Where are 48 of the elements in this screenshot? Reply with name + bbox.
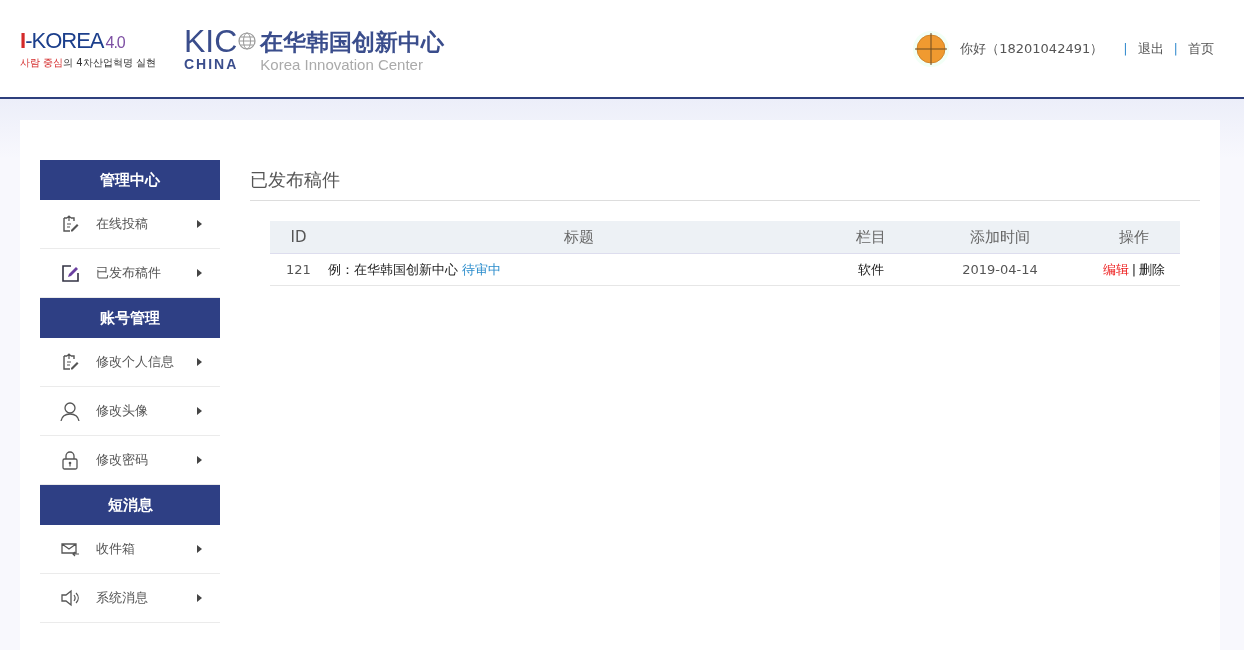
separator-text: | (1131, 261, 1137, 277)
caret-right-icon (197, 407, 202, 415)
logo-tagline: 사람 중심의 4차산업혁명 실현 (20, 55, 157, 70)
logo-wordmark: I-KOREA4.0 (20, 27, 126, 54)
status-text: 待审中 (462, 261, 502, 277)
caret-right-icon (197, 456, 202, 464)
section-header: 短消息 (40, 485, 220, 525)
column-header: 标题 (327, 221, 830, 254)
separator-text: | (1123, 41, 1128, 56)
article-title: 例：在华韩国创新中心 (328, 261, 458, 277)
sidebar-item[interactable]: 收件箱 (40, 525, 220, 574)
header-link[interactable]: 首页 (1188, 39, 1214, 58)
header-link[interactable]: 退出 (1137, 39, 1164, 58)
sidebar-item[interactable]: 修改个人信息 (40, 338, 220, 387)
page-title: 已发布稿件 (250, 168, 1200, 201)
logo-name-english: Korea Innovation Center (260, 56, 424, 73)
caret-right-icon (197, 594, 202, 602)
document-edit-icon (60, 352, 80, 372)
sidebar-item[interactable]: 系统消息 (40, 574, 220, 623)
table-cell: 2019-04-14 (912, 253, 1088, 286)
globe-icon (238, 31, 257, 50)
speaker-icon (60, 588, 80, 608)
pen-square-icon (60, 263, 80, 283)
edit-link[interactable]: 编辑 (1102, 261, 1129, 277)
separator-text: | (1173, 41, 1178, 56)
avatar-icon (912, 29, 951, 68)
section-header: 管理中心 (40, 160, 220, 200)
column-header: ID (270, 221, 327, 254)
caret-right-icon (197, 358, 202, 366)
logo-name: 在华韩国创新中心 (260, 27, 445, 57)
document-edit-icon (60, 214, 80, 234)
column-header: 栏目 (830, 221, 912, 254)
column-header: 添加时间 (912, 221, 1088, 254)
person-icon (60, 401, 80, 421)
table-cell: 121 (270, 253, 327, 286)
caret-right-icon (197, 269, 202, 277)
logo-subtitle: CHINA (184, 55, 239, 72)
greeting-text: 你好（18201042491） (960, 39, 1104, 58)
padlock-icon (60, 450, 80, 470)
sidebar-item[interactable]: 在线投稿 (40, 200, 220, 249)
logo-mark: KIC (184, 25, 238, 56)
section-header: 账号管理 (40, 298, 220, 338)
caret-right-icon (197, 220, 202, 228)
delete-link[interactable]: 删除 (1139, 261, 1166, 277)
column-header: 操作 (1088, 221, 1180, 254)
table-cell: 软件 (830, 253, 912, 286)
caret-right-icon (197, 545, 202, 553)
sidebar-item[interactable]: 修改头像 (40, 387, 220, 436)
